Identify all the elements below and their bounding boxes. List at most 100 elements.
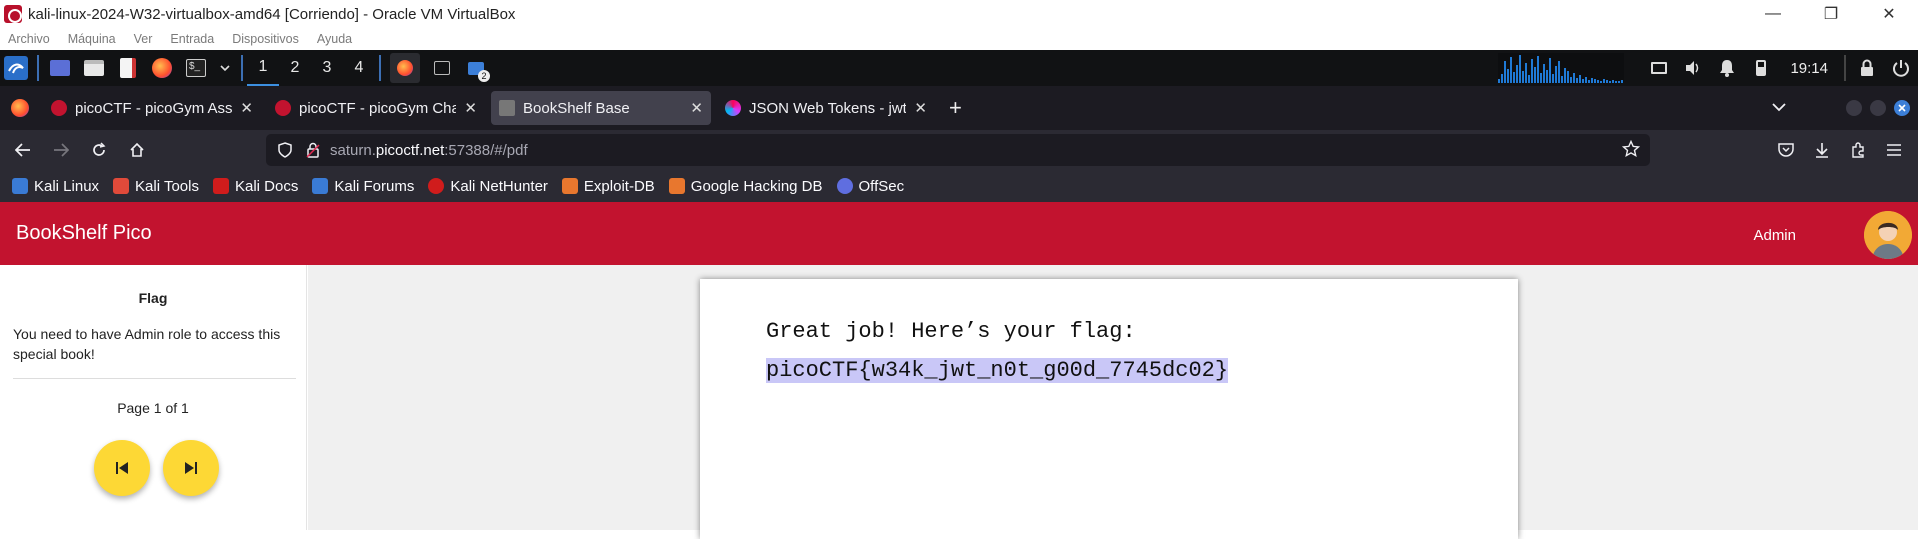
firefox-view-icon[interactable] <box>8 96 32 120</box>
flag-highlighted[interactable]: picoCTF{w34k_jwt_n0t_g00d_7745dc02} <box>766 358 1229 383</box>
bookmark-kali-forums[interactable]: Kali Forums <box>312 178 414 195</box>
bookmark-label: Kali NetHunter <box>450 177 548 195</box>
kali-menu-icon[interactable] <box>4 56 28 80</box>
skip-next-icon <box>185 462 197 474</box>
window-minimize-dot[interactable] <box>1846 100 1862 116</box>
show-desktop-icon[interactable] <box>48 56 72 80</box>
address-bar[interactable]: saturn. picoctf.net:57388/#/pdf <box>266 134 1650 166</box>
bookmark-label: Kali Forums <box>334 177 415 195</box>
avatar[interactable] <box>1864 211 1912 259</box>
power-icon[interactable] <box>1889 56 1913 80</box>
panel-separator <box>37 55 39 81</box>
pdf-flag-text[interactable]: picoCTF{w34k_jwt_n0t_g00d_7745dc02} <box>766 358 1229 383</box>
cpu-graph <box>1498 53 1625 83</box>
tab-picogym-challenges[interactable]: picoCTF - picoGym Challe ✕ <box>267 91 485 125</box>
picoctf-favicon-icon <box>275 100 291 116</box>
bookmark-label: Kali Tools <box>135 177 199 195</box>
new-tab-button[interactable]: + <box>949 95 962 121</box>
chevron-down-icon[interactable] <box>218 56 232 80</box>
close-window-button[interactable]: ✕ <box>1860 0 1918 28</box>
downloads-icon[interactable] <box>1804 142 1840 158</box>
workspace-2[interactable]: 2 <box>279 50 311 86</box>
window-close-dot[interactable] <box>1894 100 1910 116</box>
close-tab-icon[interactable]: ✕ <box>240 99 253 117</box>
bookmark-label: OffSec <box>858 177 905 195</box>
bookmark-google-hacking-db[interactable]: Google Hacking DB <box>668 177 823 195</box>
menu-dispositivos[interactable]: Dispositivos <box>232 32 299 46</box>
panel-separator <box>1844 55 1846 81</box>
close-tab-icon[interactable]: ✕ <box>914 99 927 117</box>
back-button[interactable] <box>6 135 40 165</box>
forward-button[interactable] <box>44 135 78 165</box>
notification-bell-icon[interactable] <box>1715 56 1739 80</box>
bookmark-kali-tools[interactable]: Kali Tools <box>113 178 199 195</box>
bookmark-label: Exploit-DB <box>583 177 655 195</box>
skip-previous-icon <box>116 462 128 474</box>
pocket-icon[interactable] <box>1768 142 1804 158</box>
toolbar-right <box>1768 130 1912 170</box>
clock[interactable]: 19:14 <box>1790 60 1828 77</box>
volume-icon[interactable] <box>1681 56 1705 80</box>
terminal-launcher-icon[interactable]: $_ <box>184 56 208 80</box>
vbox-windows-icon[interactable]: 2 <box>464 56 490 82</box>
menu-ver[interactable]: Ver <box>134 32 153 46</box>
menu-archivo[interactable]: Archivo <box>8 32 50 46</box>
tab-title: picoCTF - picoGym Challe <box>299 99 457 117</box>
bookmark-star-icon[interactable] <box>1621 139 1641 162</box>
url-domain: picoctf.net <box>375 141 445 159</box>
kali-forums-icon <box>312 178 329 194</box>
book-sidebar: Flag You need to have Admin role to acce… <box>0 265 307 530</box>
firefox-launcher-icon[interactable] <box>150 56 174 80</box>
workspace-1[interactable]: 1 <box>247 50 279 86</box>
menu-ayuda[interactable]: Ayuda <box>317 32 352 46</box>
lock-screen-icon[interactable] <box>1855 56 1879 80</box>
insecure-lock-icon[interactable] <box>302 139 324 161</box>
vbox-title-bar: kali-linux-2024-W32-virtualbox-amd64 [Co… <box>0 0 1918 28</box>
bookmark-kali-linux[interactable]: Kali Linux <box>12 178 99 195</box>
menu-entrada[interactable]: Entrada <box>170 32 214 46</box>
bookmark-kali-nethunter[interactable]: Kali NetHunter <box>428 178 548 195</box>
app-title[interactable]: BookShelf Pico <box>16 222 152 245</box>
virtualbox-app-icon <box>4 5 22 23</box>
home-button[interactable] <box>120 135 154 165</box>
vbox-menu-bar: Archivo Máquina Ver Entrada Dispositivos… <box>0 28 1918 50</box>
window-controls: — ❐ ✕ <box>1744 0 1918 28</box>
text-editor-icon[interactable] <box>116 56 140 80</box>
reload-button[interactable] <box>82 135 116 165</box>
menu-maquina[interactable]: Máquina <box>68 32 116 46</box>
hamburger-menu-icon[interactable] <box>1876 143 1912 157</box>
bookmark-offsec[interactable]: OffSec <box>836 177 905 195</box>
tab-picogym-assignments[interactable]: picoCTF - picoGym Assig ✕ <box>43 91 261 125</box>
bookmark-exploit-db[interactable]: Exploit-DB <box>561 177 655 195</box>
file-manager-icon[interactable] <box>82 56 106 80</box>
restore-button[interactable]: ❐ <box>1802 0 1860 28</box>
shield-icon[interactable] <box>274 139 296 161</box>
tab-bookshelf-base[interactable]: BookShelf Base ✕ <box>491 91 711 125</box>
kali-docs-icon <box>212 178 229 194</box>
admin-button[interactable]: Admin <box>1739 218 1810 252</box>
url-subdomain: saturn. <box>330 141 376 159</box>
workspace-3[interactable]: 3 <box>311 50 343 86</box>
workspace-4[interactable]: 4 <box>343 50 375 86</box>
kali-top-panel: $_ 1 2 3 4 2 19:14 <box>0 50 1918 86</box>
bookmark-label: Kali Docs <box>234 177 299 195</box>
bookmark-kali-docs[interactable]: Kali Docs <box>212 177 299 195</box>
list-all-tabs-icon[interactable] <box>1772 99 1786 117</box>
display-icon[interactable] <box>1647 56 1671 80</box>
firefox-window-icon[interactable] <box>390 53 420 83</box>
battery-icon[interactable] <box>1749 56 1773 80</box>
minimize-button[interactable]: — <box>1744 0 1802 28</box>
close-tab-icon[interactable]: ✕ <box>464 99 477 117</box>
previous-page-button[interactable] <box>94 440 150 496</box>
terminal-window-icon[interactable] <box>430 56 454 80</box>
bookmark-label: Kali Linux <box>34 177 100 195</box>
bookmark-label: Google Hacking DB <box>690 177 823 195</box>
panel-tray: 19:14 <box>1498 50 1918 86</box>
tab-jwt-io[interactable]: JSON Web Tokens - jwt.io ✕ <box>717 91 935 125</box>
kali-dragon-icon <box>12 178 28 194</box>
next-page-button[interactable] <box>163 440 219 496</box>
close-tab-icon[interactable]: ✕ <box>690 99 703 117</box>
extensions-icon[interactable] <box>1840 142 1876 158</box>
browser-nav-bar: saturn. picoctf.net:57388/#/pdf <box>0 130 1918 170</box>
window-maximize-dot[interactable] <box>1870 100 1886 116</box>
